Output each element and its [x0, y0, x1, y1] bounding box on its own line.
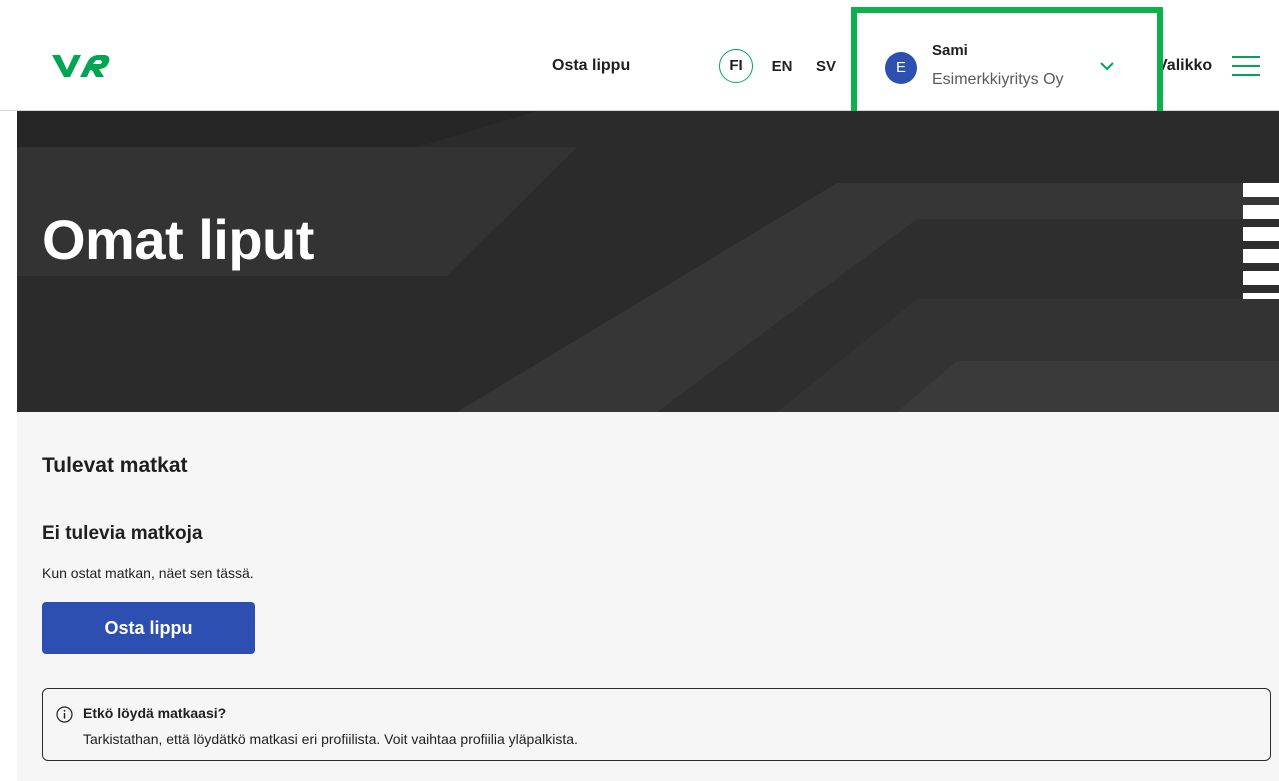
info-notice: Etkö löydä matkaasi? Tarkistathan, että … [42, 688, 1271, 761]
main-content: Tulevat matkat Ei tulevia matkoja Kun os… [17, 412, 1279, 781]
profile-switcher[interactable]: E Sami Esimerkkiyritys Oy [873, 36, 1133, 100]
menu-label[interactable]: Valikko [1157, 57, 1212, 75]
language-sv[interactable]: SV [811, 49, 841, 85]
upcoming-trips-heading: Tulevat matkat [42, 454, 188, 477]
language-fi[interactable]: FI [719, 49, 753, 83]
no-trips-heading: Ei tulevia matkoja [42, 523, 203, 544]
page-title: Omat liput [42, 208, 314, 271]
info-icon [56, 706, 73, 723]
hamburger-menu-icon[interactable] [1232, 55, 1260, 77]
decorative-stripes [1243, 183, 1279, 307]
chevron-down-icon [1100, 62, 1114, 71]
info-text: Tarkistathan, että löydätkö matkasi eri … [83, 731, 578, 747]
profile-company: Esimerkkiyritys Oy [932, 71, 1064, 88]
hero-banner: Omat liput [17, 111, 1279, 412]
info-title: Etkö löydä matkaasi? [83, 705, 227, 721]
vr-logo[interactable] [50, 51, 112, 81]
language-en[interactable]: EN [767, 49, 797, 85]
profile-name: Sami [932, 42, 968, 59]
top-navigation-bar: Osta lippu FI EN SV E Sami Esimerkkiyrit… [0, 0, 1279, 111]
no-trips-text: Kun ostat matkan, näet sen tässä. [42, 565, 254, 581]
buy-ticket-button[interactable]: Osta lippu [42, 602, 255, 654]
avatar: E [885, 52, 917, 84]
buy-ticket-link[interactable]: Osta lippu [552, 57, 630, 75]
